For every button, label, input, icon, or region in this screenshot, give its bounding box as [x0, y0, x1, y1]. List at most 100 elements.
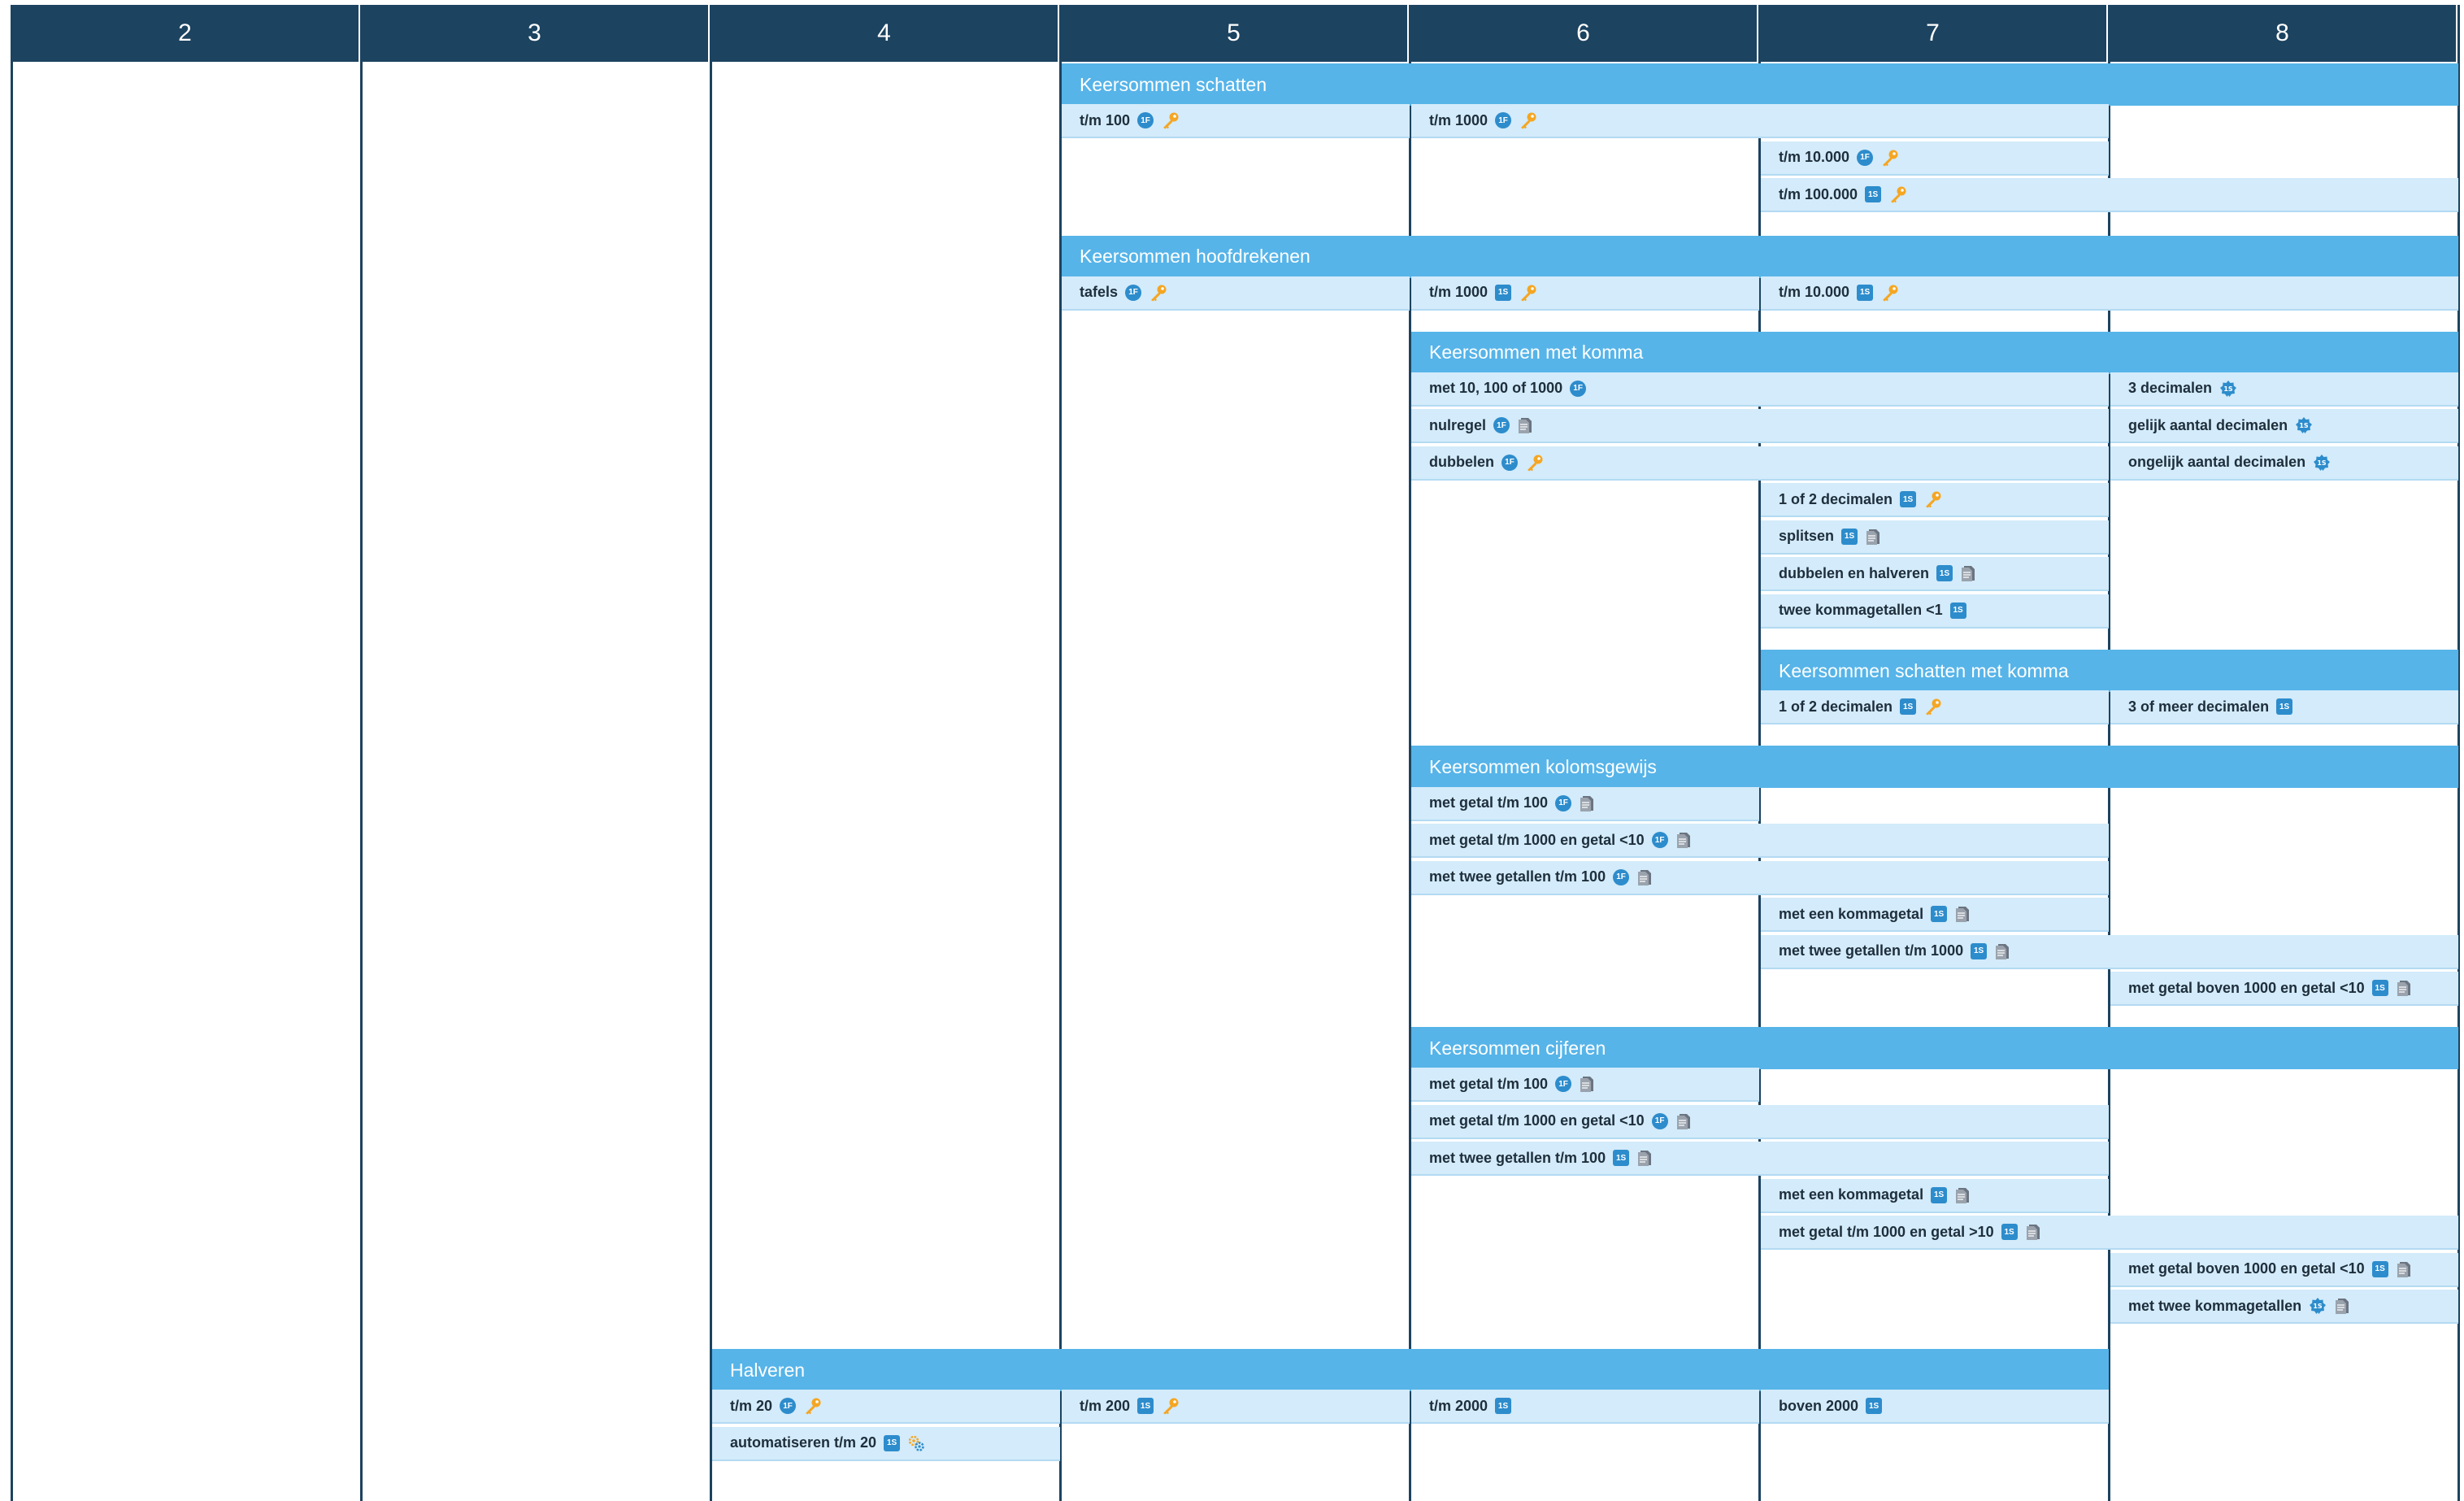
topic-label: met getal boven 1000 en getal <10 [2128, 1260, 2365, 1277]
strategy-square-icon: 1S [1936, 565, 1953, 582]
section-header: Keersommen hoofdrekenen [1062, 235, 2458, 278]
key-icon [1149, 284, 1168, 302]
topic-row[interactable]: met twee getallen t/m 1000 1S [1761, 934, 2458, 969]
key-icon [1519, 111, 1538, 129]
section-title: Halveren [730, 1359, 806, 1381]
strategy-square-icon: 1S [1495, 1398, 1512, 1415]
section-header: Keersommen kolomsgewijs [1411, 746, 2458, 789]
topic-row[interactable]: met getal boven 1000 en getal <10 1S [2110, 1252, 2458, 1287]
topic-label: t/m 1000 [1429, 284, 1488, 301]
document-icon [1994, 942, 2010, 960]
document-icon [1865, 528, 1881, 546]
topic-row[interactable]: t/m 1000 1F [1411, 104, 2109, 139]
document-icon [2396, 1260, 2412, 1278]
topic-row[interactable]: t/m 10.000 1F [1761, 141, 2109, 176]
topic-label: met een kommagetal [1779, 1186, 1924, 1203]
topic-row[interactable]: twee kommagetallen <1 1S [1761, 594, 2109, 629]
topic-row[interactable]: tafels 1F [1062, 276, 1410, 311]
section-header: Keersommen schatten [1062, 63, 2458, 106]
strategy-square-icon: 1S [1900, 698, 1917, 716]
fluency-circle-icon: 1F [1555, 794, 1572, 811]
document-icon [2396, 979, 2412, 997]
topic-row[interactable]: t/m 1000 1S [1411, 276, 1759, 311]
svg-text:1S: 1S [2299, 422, 2309, 429]
topic-row[interactable]: met getal t/m 1000 en getal <10 1F [1411, 1104, 2109, 1139]
strategy-square-icon: 1S [2371, 980, 2388, 997]
topic-label: t/m 10.000 [1779, 284, 1850, 301]
topic-row[interactable]: t/m 2000 1S [1411, 1390, 1759, 1425]
topic-label: met twee getallen t/m 100 [1429, 868, 1606, 885]
document-icon [1517, 416, 1533, 434]
document-icon [1579, 794, 1595, 812]
section-title: Keersommen hoofdrekenen [1080, 246, 1310, 268]
document-icon [2025, 1223, 2041, 1241]
topic-label: t/m 1000 [1429, 111, 1488, 128]
topic-row[interactable]: dubbelen 1F [1411, 446, 2109, 481]
topic-row[interactable]: automatiseren t/m 20 1S [712, 1426, 1060, 1461]
topic-row[interactable]: met een kommagetal 1S [1761, 898, 2109, 933]
topic-label: met 10, 100 of 1000 [1429, 380, 1563, 397]
key-icon [803, 1397, 823, 1415]
topic-row[interactable]: boven 2000 1S [1761, 1390, 2109, 1425]
topic-row[interactable]: 1 of 2 decimalen 1S [1761, 690, 2109, 725]
star-badge-icon: 1S [2309, 1297, 2327, 1315]
topic-label: t/m 2000 [1429, 1397, 1488, 1414]
topic-row[interactable]: 1 of 2 decimalen 1S [1761, 483, 2109, 518]
document-icon [1675, 1112, 1692, 1130]
topic-row[interactable]: met getal t/m 1000 en getal <10 1F [1411, 824, 2109, 859]
strategy-square-icon: 1S [1900, 491, 1917, 508]
star-badge-icon: 1S [2295, 416, 2313, 434]
topic-row[interactable]: met 10, 100 of 1000 1F [1411, 372, 2109, 407]
topic-row[interactable]: dubbelen en halveren 1S [1761, 557, 2109, 592]
strategy-square-icon: 1S [1613, 1150, 1630, 1167]
topic-label: met getal t/m 1000 en getal >10 [1779, 1223, 1994, 1240]
key-icon [1880, 149, 1900, 167]
strategy-square-icon: 1S [1857, 284, 1874, 301]
gear-icon [907, 1434, 925, 1452]
key-icon [1888, 185, 1908, 203]
topic-label: met getal t/m 100 [1429, 794, 1549, 811]
topic-row[interactable]: 3 of meer decimalen 1S [2110, 690, 2458, 725]
section-header: Keersommen schatten met komma [1761, 650, 2458, 693]
topic-row[interactable]: met getal t/m 1000 en getal >10 1S [1761, 1216, 2458, 1251]
topic-label: met getal t/m 100 [1429, 1075, 1549, 1092]
fluency-circle-icon: 1F [780, 1398, 797, 1415]
svg-text:1S: 1S [2313, 1303, 2323, 1310]
learning-line-board: 2 3 4 5 6 7 8 Keersommen schatten Keersommen hoo… [0, 0, 2464, 1501]
document-icon [1960, 564, 1976, 582]
topic-row[interactable]: t/m 100.000 1S [1761, 178, 2458, 213]
fluency-circle-icon: 1F [1501, 454, 1518, 471]
fluency-circle-icon: 1F [1570, 380, 1587, 397]
fluency-circle-icon: 1F [1125, 284, 1142, 301]
strategy-square-icon: 1S [1931, 906, 1948, 923]
key-icon [1519, 284, 1538, 302]
topic-row[interactable]: t/m 10.000 1S [1761, 276, 2458, 311]
grade-header-6: 6 [1410, 5, 1759, 62]
topic-row[interactable]: t/m 100 1F [1062, 104, 1410, 139]
topic-row[interactable]: met twee kommagetallen 1S [2110, 1290, 2458, 1325]
topic-row[interactable]: t/m 200 1S [1062, 1390, 1410, 1425]
topic-row[interactable]: met twee getallen t/m 100 1S [1411, 1142, 2109, 1177]
topic-row[interactable]: 3 decimalen 1S [2110, 372, 2458, 407]
fluency-circle-icon: 1F [1651, 1112, 1668, 1129]
document-icon [1675, 831, 1692, 849]
topic-row[interactable]: nulregel 1F [1411, 409, 2109, 444]
topic-row[interactable]: met twee getallen t/m 100 1F [1411, 860, 2109, 895]
topic-label: ongelijk aantal decimalen [2128, 454, 2306, 471]
topic-row[interactable]: met getal boven 1000 en getal <10 1S [2110, 972, 2458, 1007]
topic-row[interactable]: ongelijk aantal decimalen 1S [2110, 446, 2458, 481]
topic-row[interactable]: splitsen 1S [1761, 520, 2109, 555]
topic-row[interactable]: gelijk aantal decimalen 1S [2110, 409, 2458, 444]
strategy-square-icon: 1S [1137, 1398, 1154, 1415]
topic-row[interactable]: t/m 20 1F [712, 1390, 1060, 1425]
grade-header-7: 7 [1759, 5, 2109, 62]
topic-label: automatiseren t/m 20 [730, 1434, 877, 1451]
key-icon [1161, 111, 1180, 129]
document-icon [1954, 905, 1971, 923]
topic-row[interactable]: met getal t/m 100 1F [1411, 1068, 1759, 1103]
topic-row[interactable]: met getal t/m 100 1F [1411, 786, 1759, 821]
topic-row[interactable]: met een kommagetal 1S [1761, 1178, 2109, 1213]
document-icon [1579, 1075, 1595, 1093]
topic-label: t/m 100.000 [1779, 185, 1858, 202]
topic-label: splitsen [1779, 528, 1835, 545]
